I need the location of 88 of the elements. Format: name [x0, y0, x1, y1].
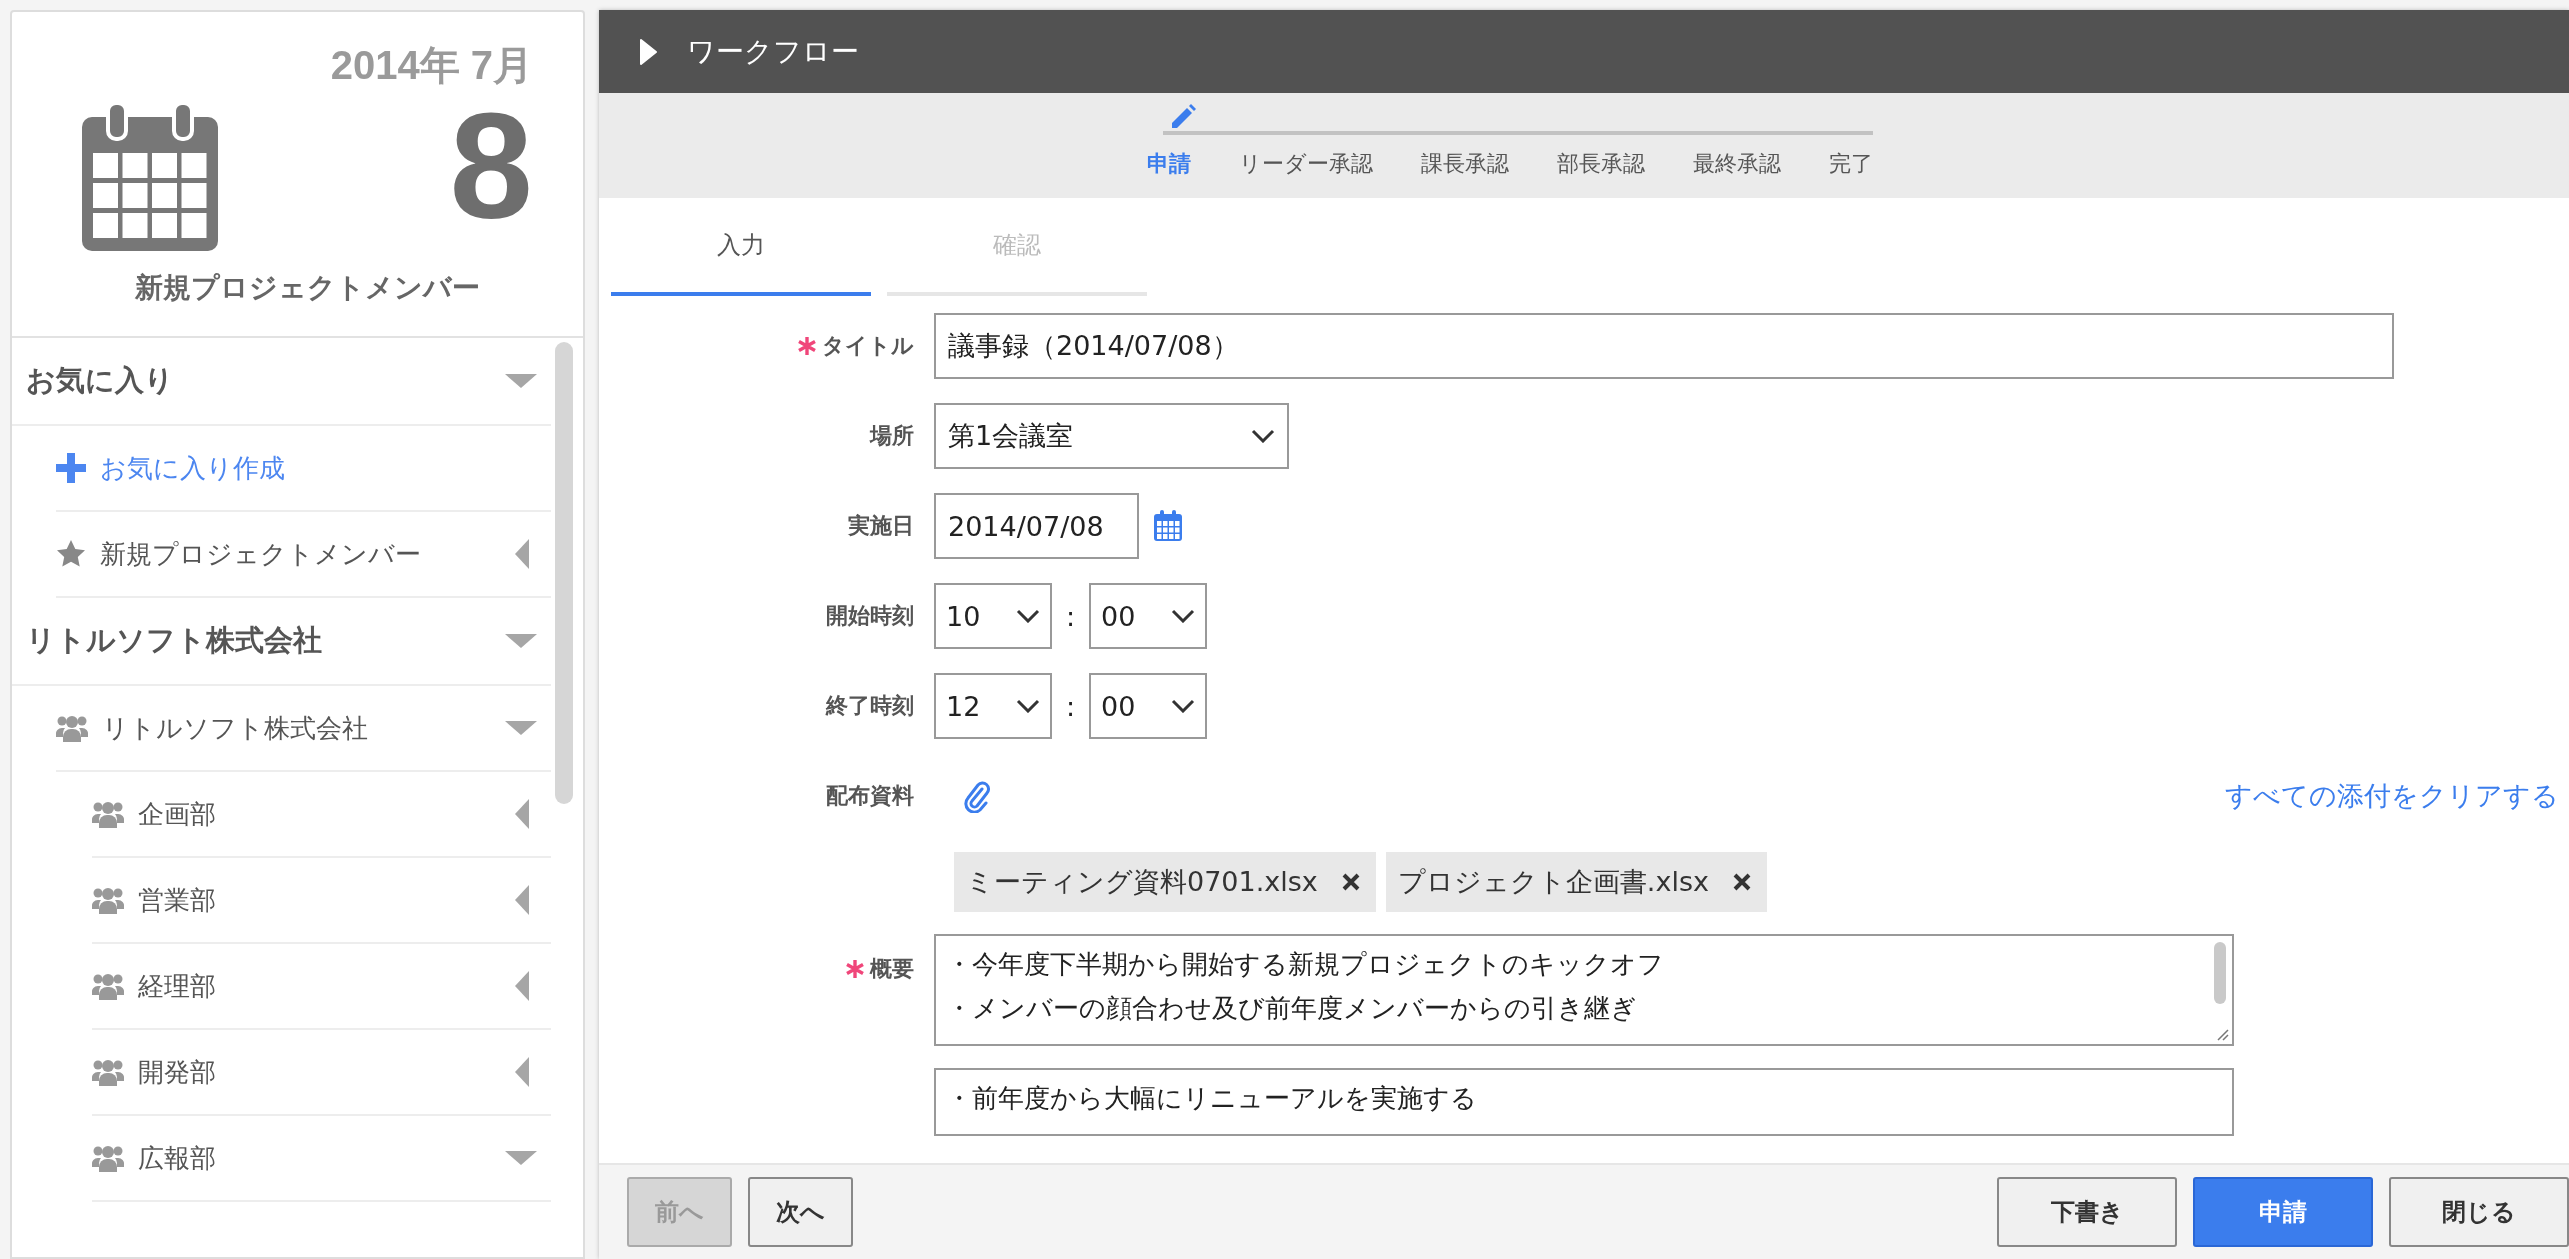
caret-left-icon[interactable] — [515, 1057, 529, 1087]
sidebar-item[interactable]: 新規プロジェクトメンバー — [56, 512, 551, 598]
button[interactable]: 次へ — [748, 1177, 853, 1247]
section-title: リトルソフト株式会社 — [26, 622, 322, 659]
section-title: お気に入り — [26, 362, 174, 399]
hour-select[interactable]: 10 — [934, 583, 1052, 649]
close-icon[interactable] — [1341, 873, 1360, 891]
calendar-day: 8 — [449, 101, 533, 231]
minute-select[interactable]: 00 — [1089, 583, 1208, 649]
window-title: ワークフロー — [687, 33, 859, 70]
attachment-chip: ミーティング資料0701.xlsx — [954, 852, 1376, 912]
group-icon — [92, 972, 124, 1000]
clear-attachments-link[interactable]: すべての添付をクリアする — [2225, 778, 2559, 814]
caret-down-icon[interactable] — [505, 634, 537, 648]
button[interactable]: 申請 — [2193, 1177, 2373, 1247]
field-label: 終了時刻 — [826, 692, 914, 720]
group-icon — [92, 886, 124, 914]
sidebar-item-label: 企画部 — [138, 797, 216, 831]
close-icon[interactable] — [1732, 873, 1751, 891]
field-label: タイトル — [822, 332, 914, 360]
sidebar-item[interactable]: 企画部 — [92, 772, 551, 858]
paperclip-icon[interactable] — [964, 779, 990, 813]
calendar-title: 新規プロジェクトメンバー — [134, 270, 481, 306]
scrollbar[interactable] — [2214, 942, 2226, 1004]
sidebar-item-label: 広報部 — [138, 1141, 216, 1175]
group-icon — [92, 1058, 124, 1086]
sidebar-item[interactable]: 経理部 — [92, 944, 551, 1030]
workflow-step: 課長承認 — [1421, 149, 1509, 198]
chevron-down-icon — [1171, 699, 1196, 713]
group-icon — [56, 714, 88, 742]
sidebar-item[interactable]: 開発部 — [92, 1030, 551, 1116]
text-input[interactable]: 議事録（2014/07/08） — [934, 313, 2394, 379]
plus-icon — [56, 453, 86, 483]
select-field[interactable]: 第1会議室 — [934, 403, 1289, 469]
attachment-chip: プロジェクト企画書.xlsx — [1385, 852, 1767, 912]
sidebar-item[interactable]: お気に入り作成 — [56, 426, 551, 512]
field-label: 開始時刻 — [826, 602, 914, 630]
sidebar-item-label: 営業部 — [138, 883, 216, 917]
sidebar-item-label: お気に入り作成 — [100, 451, 285, 485]
chevron-down-icon — [1016, 699, 1040, 713]
chevron-down-icon — [1171, 609, 1196, 623]
minute-select[interactable]: 00 — [1089, 673, 1208, 739]
star-icon — [56, 539, 86, 569]
chevron-down-icon — [1251, 429, 1275, 443]
workflow-step: 部長承認 — [1557, 149, 1645, 198]
sidebar-item[interactable]: リトルソフト株式会社 — [56, 686, 551, 772]
text-area[interactable]: ・今年度下半期から開始する新規プロジェクトのキックオフ ・メンバーの顔合わせ及び前年度メンバーからの引き継ぎ — [934, 934, 2234, 1046]
calendar-icon — [82, 103, 218, 251]
play-icon — [639, 38, 657, 65]
field-label: 実施日 — [848, 512, 914, 540]
sidebar-section-header[interactable]: お気に入り — [12, 338, 551, 426]
tab[interactable]: 入力 — [611, 198, 871, 296]
time-separator: : — [1066, 690, 1076, 722]
sidebar-item-label: 経理部 — [138, 969, 216, 1003]
sidebar-section-header[interactable]: リトルソフト株式会社 — [12, 598, 551, 686]
calendar-icon[interactable] — [1153, 510, 1183, 542]
group-icon — [92, 1144, 124, 1172]
text-area[interactable]: ・前年度から大幅にリニューアルを実施する — [934, 1068, 2234, 1136]
workflow-step: リーダー承認 — [1239, 149, 1373, 198]
caret-down-icon[interactable] — [505, 1151, 537, 1165]
time-separator: : — [1066, 600, 1076, 632]
pencil-icon — [1169, 103, 1197, 131]
button[interactable]: 下書き — [1997, 1177, 2177, 1247]
sidebar-item-label: 新規プロジェクトメンバー — [100, 537, 421, 571]
date-input[interactable]: 2014/07/08 — [934, 493, 1139, 559]
caret-down-icon[interactable] — [505, 721, 537, 735]
scrollbar[interactable] — [555, 342, 573, 804]
sidebar-item[interactable]: 広報部 — [92, 1116, 551, 1202]
calendar-month: 2014年 7月 — [330, 42, 533, 89]
chevron-down-icon — [1016, 609, 1040, 623]
workflow-step: 完了 — [1829, 149, 1873, 198]
field-label: 配布資料 — [826, 782, 914, 810]
field-label: 場所 — [870, 422, 914, 450]
group-icon — [92, 800, 124, 828]
sidebar-item-label: リトルソフト株式会社 — [102, 711, 368, 745]
sidebar-item[interactable]: 営業部 — [92, 858, 551, 944]
resize-grip-icon — [2215, 1027, 2229, 1041]
caret-left-icon[interactable] — [515, 799, 529, 829]
hour-select[interactable]: 12 — [934, 673, 1052, 739]
sidebar-item-label: 開発部 — [138, 1055, 216, 1089]
caret-down-icon[interactable] — [505, 374, 537, 388]
field-label: 概要 — [870, 955, 914, 983]
workflow-step: 最終承認 — [1693, 149, 1781, 198]
caret-left-icon[interactable] — [515, 885, 529, 915]
button[interactable]: 閉じる — [2389, 1177, 2569, 1247]
caret-left-icon[interactable] — [515, 539, 529, 569]
caret-left-icon[interactable] — [515, 971, 529, 1001]
workflow-step: 申請 — [1147, 149, 1191, 198]
